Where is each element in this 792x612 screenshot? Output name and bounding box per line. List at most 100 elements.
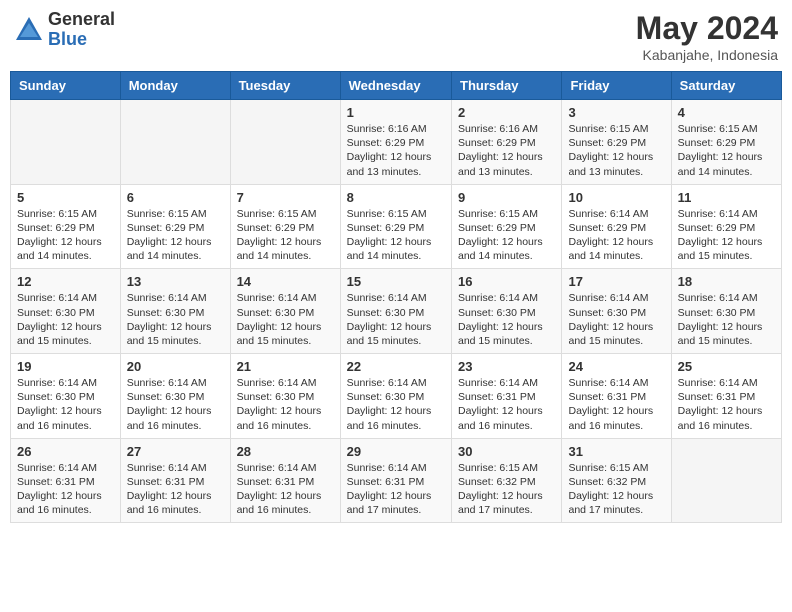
calendar-day-cell: 10Sunrise: 6:14 AM Sunset: 6:29 PM Dayli… <box>562 184 671 269</box>
day-content: Sunrise: 6:14 AM Sunset: 6:31 PM Dayligh… <box>458 376 555 433</box>
day-number: 19 <box>17 359 114 374</box>
day-number: 29 <box>347 444 445 459</box>
day-number: 21 <box>237 359 334 374</box>
day-number: 26 <box>17 444 114 459</box>
day-content: Sunrise: 6:14 AM Sunset: 6:30 PM Dayligh… <box>568 291 664 348</box>
day-number: 1 <box>347 105 445 120</box>
calendar-table: SundayMondayTuesdayWednesdayThursdayFrid… <box>10 71 782 523</box>
weekday-header-wednesday: Wednesday <box>340 72 451 100</box>
day-content: Sunrise: 6:14 AM Sunset: 6:31 PM Dayligh… <box>568 376 664 433</box>
calendar-day-cell: 16 Sunrise: 6:14 AM Sunset: 6:30 PM Dayli… <box>452 269 562 354</box>
calendar-day-cell: 5 Sunrise: 6:15 AM Sunset: 6:29 PM Daylig… <box>11 184 121 269</box>
day-content: Sunrise: 6:15 AM Sunset: 6:32 PM Dayligh… <box>458 461 555 518</box>
calendar-day-cell: 24 Sunrise: 6:14 AM Sunset: 6:31 PM Dayli… <box>562 354 671 439</box>
calendar-day-cell: 25 Sunrise: 6:14 AM Sunset: 6:31 PM Dayli… <box>671 354 781 439</box>
calendar-day-cell: 3Sunrise: 6:15 AM Sunset: 6:29 PM Daylig… <box>562 100 671 185</box>
day-number: 28 <box>237 444 334 459</box>
calendar-day-cell: 13Sunrise: 6:14 AM Sunset: 6:30 PM Dayli… <box>120 269 230 354</box>
day-number: 14 <box>237 274 334 289</box>
day-number: 17 <box>568 274 664 289</box>
day-number: 25 <box>678 359 775 374</box>
calendar-day-cell: 1Sunrise: 6:16 AM Sunset: 6:29 PM Daylig… <box>340 100 451 185</box>
day-number: 24 <box>568 359 664 374</box>
day-number: 11 <box>678 190 775 205</box>
day-content: Sunrise: 6:15 AM Sunset: 6:29 PM Dayligh… <box>17 207 114 264</box>
day-content: Sunrise: 6:14 AM Sunset: 6:30 PM Dayligh… <box>347 291 445 348</box>
day-content: Sunrise: 6:15 AM Sunset: 6:29 PM Dayligh… <box>347 207 445 264</box>
calendar-day-cell: 9 Sunrise: 6:15 AM Sunset: 6:29 PM Daylig… <box>452 184 562 269</box>
weekday-header-friday: Friday <box>562 72 671 100</box>
calendar-day-cell: 2 Sunrise: 6:16 AM Sunset: 6:29 PM Daylig… <box>452 100 562 185</box>
calendar-day-cell: 17 Sunrise: 6:14 AM Sunset: 6:30 PM Dayli… <box>562 269 671 354</box>
calendar-day-cell: 21 Sunrise: 6:14 AM Sunset: 6:30 PM Dayli… <box>230 354 340 439</box>
calendar-day-cell: 20Sunrise: 6:14 AM Sunset: 6:30 PM Dayli… <box>120 354 230 439</box>
day-number: 16 <box>458 274 555 289</box>
calendar-day-cell: 7 Sunrise: 6:15 AM Sunset: 6:29 PM Daylig… <box>230 184 340 269</box>
day-content: Sunrise: 6:15 AM Sunset: 6:29 PM Dayligh… <box>678 122 775 179</box>
weekday-header-saturday: Saturday <box>671 72 781 100</box>
calendar-week-row: 5 Sunrise: 6:15 AM Sunset: 6:29 PM Daylig… <box>11 184 782 269</box>
empty-cell <box>230 100 340 185</box>
day-content: Sunrise: 6:14 AM Sunset: 6:31 PM Dayligh… <box>678 376 775 433</box>
calendar-day-cell: 15 Sunrise: 6:14 AM Sunset: 6:30 PM Dayli… <box>340 269 451 354</box>
day-content: Sunrise: 6:15 AM Sunset: 6:29 PM Dayligh… <box>458 207 555 264</box>
day-content: Sunrise: 6:14 AM Sunset: 6:30 PM Dayligh… <box>237 376 334 433</box>
day-content: Sunrise: 6:14 AM Sunset: 6:29 PM Dayligh… <box>678 207 775 264</box>
location-subtitle: Kabanjahe, Indonesia <box>636 47 778 63</box>
calendar-week-row: 26 Sunrise: 6:14 AM Sunset: 6:31 PM Dayli… <box>11 438 782 523</box>
day-number: 7 <box>237 190 334 205</box>
weekday-header-monday: Monday <box>120 72 230 100</box>
logo-icon <box>14 15 44 45</box>
month-title: May 2024 <box>636 10 778 47</box>
day-number: 9 <box>458 190 555 205</box>
day-number: 3 <box>568 105 664 120</box>
day-content: Sunrise: 6:15 AM Sunset: 6:29 PM Dayligh… <box>237 207 334 264</box>
day-number: 2 <box>458 105 555 120</box>
calendar-week-row: 12 Sunrise: 6:14 AM Sunset: 6:30 PM Dayli… <box>11 269 782 354</box>
calendar-day-cell: 18 Sunrise: 6:14 AM Sunset: 6:30 PM Dayli… <box>671 269 781 354</box>
day-number: 31 <box>568 444 664 459</box>
empty-cell <box>120 100 230 185</box>
day-content: Sunrise: 6:14 AM Sunset: 6:31 PM Dayligh… <box>237 461 334 518</box>
day-content: Sunrise: 6:14 AM Sunset: 6:30 PM Dayligh… <box>17 376 114 433</box>
day-number: 10 <box>568 190 664 205</box>
calendar-day-cell: 30 Sunrise: 6:15 AM Sunset: 6:32 PM Dayli… <box>452 438 562 523</box>
calendar-day-cell: 12 Sunrise: 6:14 AM Sunset: 6:30 PM Dayli… <box>11 269 121 354</box>
weekday-header-tuesday: Tuesday <box>230 72 340 100</box>
day-content: Sunrise: 6:14 AM Sunset: 6:30 PM Dayligh… <box>678 291 775 348</box>
empty-cell <box>11 100 121 185</box>
day-number: 12 <box>17 274 114 289</box>
day-number: 6 <box>127 190 224 205</box>
day-number: 30 <box>458 444 555 459</box>
day-number: 20 <box>127 359 224 374</box>
calendar-day-cell: 31Sunrise: 6:15 AM Sunset: 6:32 PM Dayli… <box>562 438 671 523</box>
day-number: 23 <box>458 359 555 374</box>
logo-blue-text: Blue <box>48 30 115 50</box>
calendar-day-cell: 4 Sunrise: 6:15 AM Sunset: 6:29 PM Daylig… <box>671 100 781 185</box>
calendar-day-cell: 27 Sunrise: 6:14 AM Sunset: 6:31 PM Dayli… <box>120 438 230 523</box>
calendar-day-cell: 19 Sunrise: 6:14 AM Sunset: 6:30 PM Dayli… <box>11 354 121 439</box>
logo-general-text: General <box>48 10 115 30</box>
weekday-header-row: SundayMondayTuesdayWednesdayThursdayFrid… <box>11 72 782 100</box>
calendar-day-cell: 11 Sunrise: 6:14 AM Sunset: 6:29 PM Dayli… <box>671 184 781 269</box>
day-content: Sunrise: 6:16 AM Sunset: 6:29 PM Dayligh… <box>458 122 555 179</box>
calendar-day-cell: 26Sunrise: 6:14 AM Sunset: 6:31 PM Dayli… <box>11 438 121 523</box>
day-number: 5 <box>17 190 114 205</box>
day-number: 18 <box>678 274 775 289</box>
day-number: 27 <box>127 444 224 459</box>
title-area: May 2024 Kabanjahe, Indonesia <box>636 10 778 63</box>
day-content: Sunrise: 6:14 AM Sunset: 6:30 PM Dayligh… <box>17 291 114 348</box>
day-number: 15 <box>347 274 445 289</box>
header: General Blue May 2024 Kabanjahe, Indones… <box>10 10 782 63</box>
weekday-header-thursday: Thursday <box>452 72 562 100</box>
calendar-day-cell: 6 Sunrise: 6:15 AM Sunset: 6:29 PM Daylig… <box>120 184 230 269</box>
day-content: Sunrise: 6:14 AM Sunset: 6:30 PM Dayligh… <box>127 291 224 348</box>
day-content: Sunrise: 6:14 AM Sunset: 6:31 PM Dayligh… <box>347 461 445 518</box>
day-number: 4 <box>678 105 775 120</box>
day-number: 8 <box>347 190 445 205</box>
day-content: Sunrise: 6:14 AM Sunset: 6:31 PM Dayligh… <box>127 461 224 518</box>
day-content: Sunrise: 6:14 AM Sunset: 6:30 PM Dayligh… <box>458 291 555 348</box>
day-content: Sunrise: 6:15 AM Sunset: 6:29 PM Dayligh… <box>127 207 224 264</box>
logo: General Blue <box>14 10 115 50</box>
calendar-day-cell: 8 Sunrise: 6:15 AM Sunset: 6:29 PM Daylig… <box>340 184 451 269</box>
